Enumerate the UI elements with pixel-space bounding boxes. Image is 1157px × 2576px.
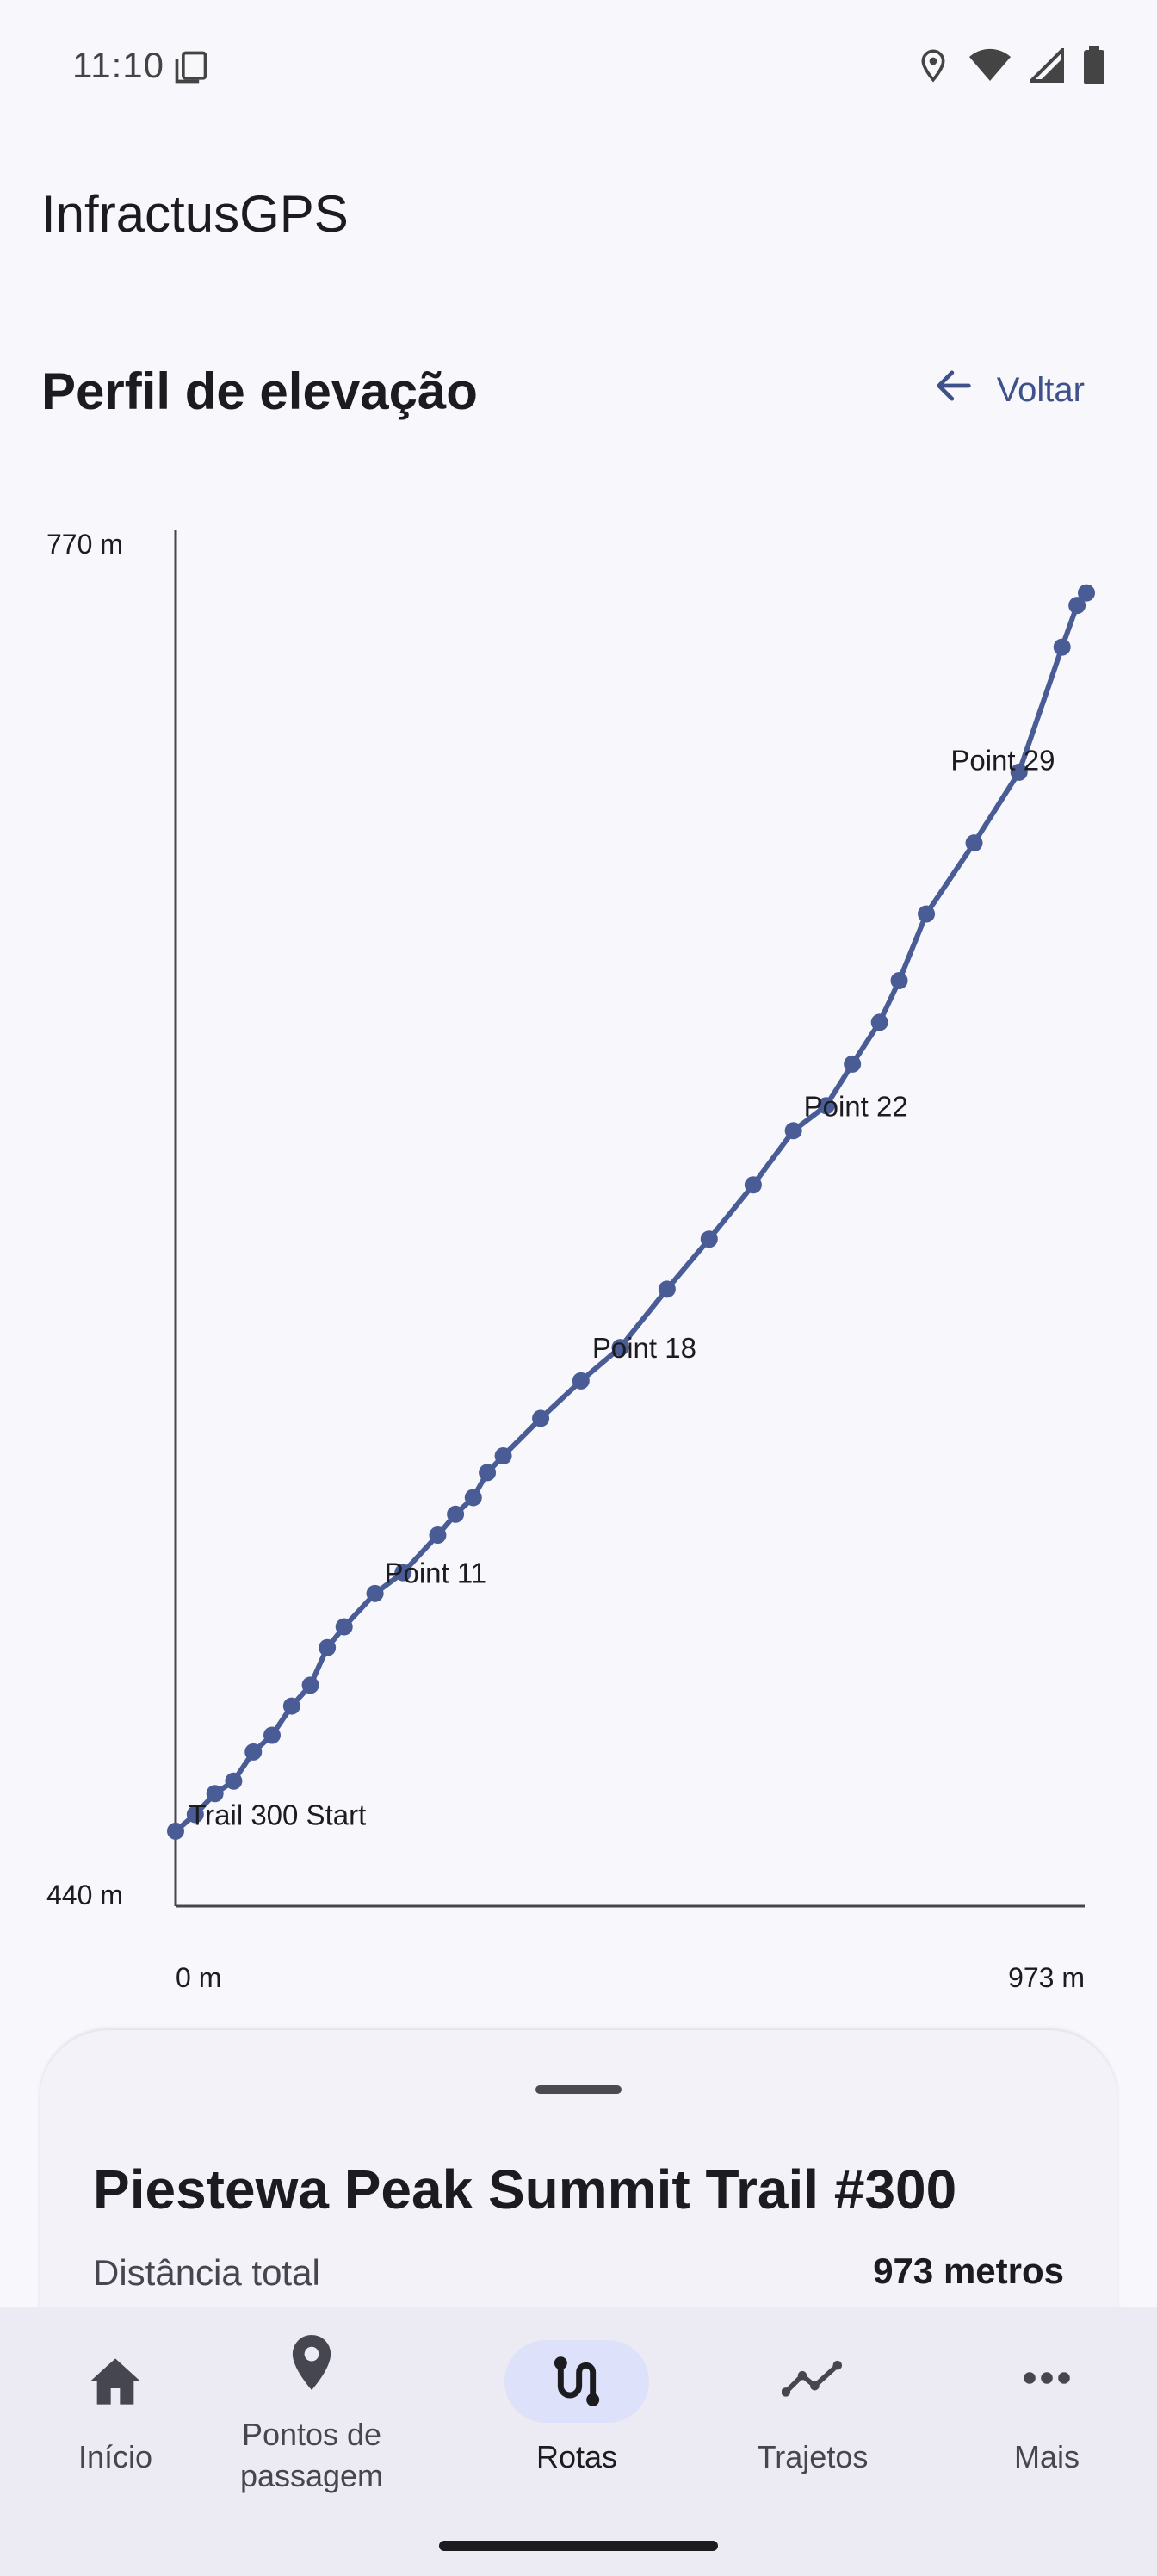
more-horizontal-icon (1023, 2371, 1071, 2389)
waypoint-label: Trail 300 Start (189, 1799, 366, 1830)
nav-item-pontos[interactable]: Pontos de passagem (193, 2307, 430, 2514)
elevation-point (658, 1280, 676, 1298)
nav-item-trajetos[interactable]: Trajetos (697, 2307, 928, 2514)
elevation-point (366, 1584, 384, 1602)
wifi-icon (969, 48, 1011, 87)
elevation-point (335, 1618, 353, 1636)
waypoint-label: Point 18 (592, 1332, 696, 1364)
elevation-point (263, 1726, 281, 1744)
elevation-point (1053, 638, 1071, 656)
elevation-point (167, 1822, 184, 1840)
trend-line-icon (781, 2359, 844, 2405)
elevation-point (572, 1372, 590, 1390)
elevation-point (464, 1489, 482, 1507)
location-icon (916, 48, 950, 87)
waypoint-label: Point 22 (804, 1090, 908, 1122)
elevation-point (965, 834, 983, 852)
nav-item-rotas[interactable]: Rotas (461, 2307, 692, 2514)
location-pin-icon (289, 2335, 334, 2394)
elevation-point (744, 1176, 762, 1194)
home-gesture-bar[interactable] (439, 2541, 718, 2551)
home-icon (88, 2356, 143, 2412)
notes-icon (172, 48, 210, 90)
battery-icon (1083, 46, 1105, 89)
elevation-point (225, 1772, 243, 1790)
nav-label-rotas: Rotas (535, 2439, 618, 2474)
elevation-point (890, 971, 908, 989)
y-axis-max-label: 770 m (46, 529, 123, 560)
elevation-point (494, 1447, 512, 1465)
x-axis-min-label: 0 m (176, 1962, 221, 1993)
waypoint-label: Point 29 (950, 744, 1055, 776)
elevation-line (174, 591, 1089, 1834)
drag-handle[interactable] (535, 2085, 622, 2094)
x-axis-max-label: 973 m (1008, 1962, 1085, 1993)
elevation-point (447, 1505, 465, 1523)
distance-value: 973 metros (873, 2251, 1064, 2291)
route-icon (551, 2354, 603, 2413)
elevation-point (429, 1526, 447, 1545)
status-time: 11:10 (72, 45, 164, 85)
distance-label: Distância total (93, 2252, 320, 2293)
nav-label-trajetos: Trajetos (757, 2439, 869, 2474)
waypoint-label: Point 11 (384, 1557, 486, 1589)
back-button[interactable]: Voltar (931, 363, 1085, 417)
app-title: InfractusGPS (41, 185, 349, 243)
elevation-point (244, 1743, 263, 1761)
elevation-point (319, 1638, 337, 1656)
elevation-point (532, 1409, 550, 1427)
route-name: Piestewa Peak Summit Trail #300 (93, 2158, 957, 2220)
y-axis-min-label: 440 m (46, 1879, 123, 1910)
elevation-point (1078, 584, 1095, 602)
elevation-point (282, 1697, 300, 1715)
nav-item-mais[interactable]: Mais (931, 2307, 1157, 2514)
signal-icon (1027, 46, 1064, 87)
elevation-point (870, 1013, 888, 1031)
page-header: Perfil de elevação Voltar (41, 353, 1085, 430)
elevation-chart: 770 m 440 m 0 m 973 m Trail 300 Start Poi… (46, 529, 1095, 1993)
elevation-point (918, 905, 936, 923)
nav-label-mais: Mais (1013, 2439, 1080, 2474)
arrow-left-icon (931, 363, 976, 417)
elevation-point (301, 1676, 319, 1694)
elevation-point (784, 1122, 802, 1140)
elevation-point (844, 1055, 862, 1073)
page-title: Perfil de elevação (41, 362, 478, 420)
back-label: Voltar (996, 370, 1085, 409)
elevation-point (700, 1230, 718, 1248)
nav-label-pontos: Pontos de passagem (239, 2417, 384, 2493)
elevation-point (479, 1464, 497, 1482)
status-bar: 11:10 (0, 0, 1157, 121)
bottom-navigation: Início Pontos de passagem Rotas Trajetos … (0, 2307, 1157, 2576)
